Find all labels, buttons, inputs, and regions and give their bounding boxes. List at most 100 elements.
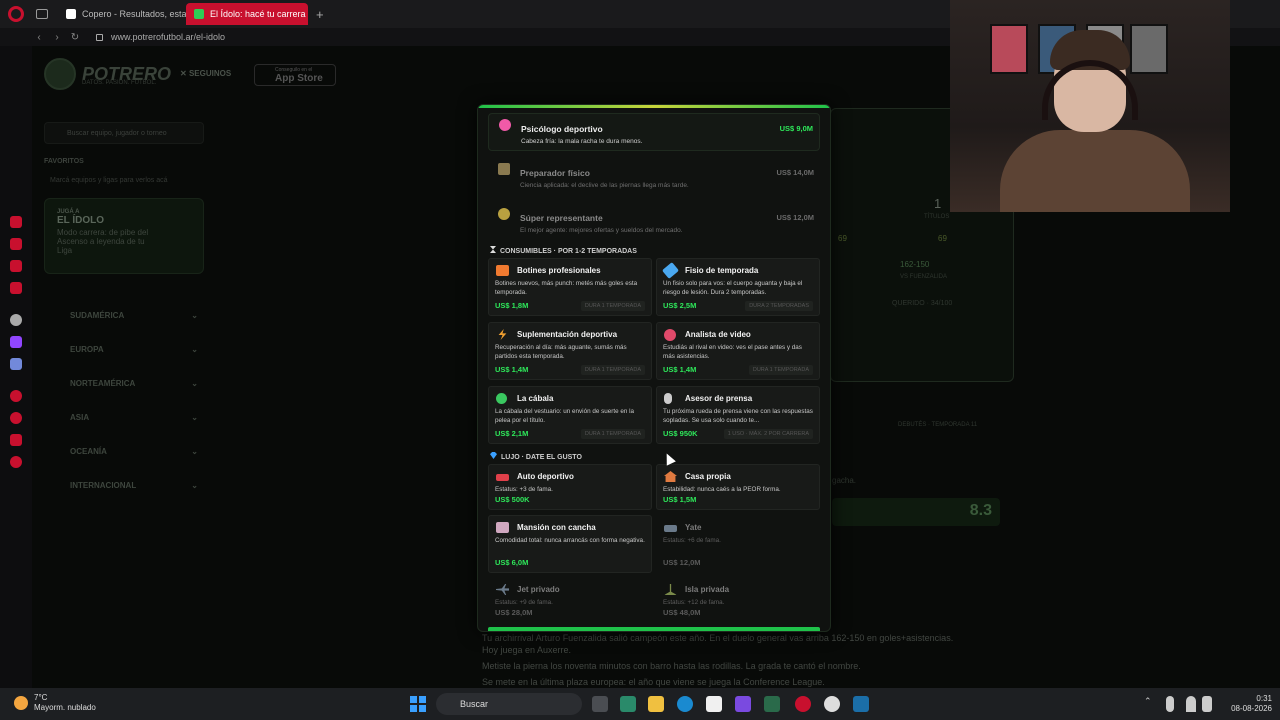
microphone-icon[interactable] [1166,696,1174,712]
loved-meter: QUERIDO · 34/100 [892,300,953,307]
history-icon[interactable] [10,412,22,424]
mansion-icon [496,522,509,533]
copero-favicon-icon [66,9,76,19]
follow-button[interactable]: ✕ SEGUINOS [180,69,231,78]
item-botines[interactable]: Botines profesionales Botines nuevos, má… [488,258,652,316]
terminal-icon[interactable] [764,696,780,712]
news-feed: Tu archirrival Arturo Fuenzalida salió c… [482,632,962,692]
news-item: Metiste la pierna los noventa minutos co… [482,661,861,671]
region-internacional[interactable]: INTERNACIONAL ⌄ [44,468,204,502]
region-asia[interactable]: ASIA ⌄ [44,400,204,434]
item-auto[interactable]: Auto deportivo Estatus: +3 de fama. US$ … [488,464,652,510]
opera-sidebar [0,46,32,688]
item-cabala[interactable]: La cábala La cábala del vestuario: un en… [488,386,652,444]
appstore-button[interactable]: Conseguilo en el App Store [254,64,336,86]
store-icon[interactable] [706,696,722,712]
modal-accent-bar [478,105,830,108]
chatgpt-icon[interactable] [10,314,22,326]
back-icon[interactable]: ‹ [30,32,48,43]
tab-island-icon[interactable] [36,9,48,19]
browser-tab-copero[interactable]: Copero - Resultados, estad [58,3,186,25]
item-jet[interactable]: Jet privado Estatus: +9 de fama. US$ 28,… [488,577,652,623]
hourglass-icon [490,246,496,253]
lightning-icon [498,329,507,340]
titles-label: TÍTULOS [924,214,950,220]
house-icon [664,471,677,482]
el-idolo-promo[interactable]: JUGÁ A EL ÍDOLO Modo carrera: de pibe de… [44,198,204,274]
item-casa[interactable]: Casa propia Estabilidad: nunca caés a la… [656,464,820,510]
taskbar-search[interactable]: Buscar [436,693,582,715]
new-tab-icon[interactable]: + [316,7,324,22]
steam-icon[interactable] [853,696,869,712]
messenger-icon[interactable] [10,260,22,272]
opera-ai-icon[interactable] [10,216,22,228]
weather-icon [14,696,28,710]
widgets-icon[interactable] [620,696,636,712]
chevron-down-icon: ⌄ [191,446,198,456]
hourglass-icon [498,163,510,175]
clover-icon [496,393,507,404]
volume-icon[interactable] [1202,696,1212,712]
item-analista[interactable]: Analista de video Estudiás al rival en v… [656,322,820,380]
browser-tab-el-idolo[interactable]: El Ídolo: hacé tu carrera en [186,3,308,25]
item-yate[interactable]: Yate Estatus: +6 de fama. US$ 12,0M [656,515,820,573]
discord-icon[interactable] [10,358,22,370]
obs-icon[interactable] [824,696,840,712]
forward-icon[interactable]: › [48,32,66,43]
url-field[interactable]: www.potrerofutbol.ar/el-idolo [111,32,225,42]
item-asesor-prensa[interactable]: Asesor de prensa Tu próxima rueda de pre… [656,386,820,444]
edge-icon[interactable] [677,696,693,712]
pill-icon [661,262,680,279]
weather-widget[interactable]: 7°C Mayorm. nublado [14,693,96,713]
region-sudamerica[interactable]: SUDAMÉRICA ⌄ [44,298,204,332]
yacht-icon [664,525,677,532]
item-mansion[interactable]: Mansión con cancha Comodidad total: nunc… [488,515,652,573]
chevron-down-icon: ⌄ [191,480,198,490]
news-item: Tu archirrival Arturo Fuenzalida salió c… [482,633,954,655]
shop-modal: Psicólogo deportivo US$ 9,0M Cabeza fría… [477,104,831,632]
start-button[interactable] [410,696,426,712]
chevron-down-icon: ⌄ [191,344,198,354]
opera-icon[interactable] [795,696,811,712]
stat-a: 69 [838,234,847,243]
clock[interactable]: 0:31 08-08-2026 [1231,694,1272,714]
opera-logo-icon[interactable] [8,6,24,22]
item-fisio[interactable]: Fisio de temporada Un fisio solo para vo… [656,258,820,316]
file-explorer-icon[interactable] [648,696,664,712]
car-icon [496,474,509,481]
staff-preparador[interactable]: Preparador físico US$ 14,0M Ciencia apli… [488,158,820,196]
wall-picture [990,24,1028,74]
task-view-icon[interactable] [592,696,608,712]
chevron-down-icon: ⌄ [191,378,198,388]
gmail-icon[interactable] [10,282,22,294]
region-europa[interactable]: EUROPA ⌄ [44,332,204,366]
region-oceania[interactable]: OCEANÍA ⌄ [44,434,204,468]
titles-value: 1 [934,196,942,211]
app-icon[interactable] [735,696,751,712]
staff-representante[interactable]: Súper representante US$ 12,0M El mejor a… [488,203,820,241]
staff-psicologo[interactable]: Psicólogo deportivo US$ 9,0M Cabeza fría… [488,113,820,151]
gacha-text: gacha. [832,476,857,485]
item-isla[interactable]: Isla privada Estatus: +12 de fama. US$ 4… [656,577,820,623]
brain-icon [499,119,511,131]
boot-icon [496,265,509,276]
wifi-icon[interactable] [1186,696,1196,712]
twitch-icon[interactable] [10,336,22,348]
settings-icon[interactable] [10,456,22,468]
target-icon [664,329,676,341]
heart-icon [498,208,510,220]
item-suplementacion[interactable]: Suplementación deportiva Recuperación al… [488,322,652,380]
site-sidebar: Buscar equipo, jugador o torneo FAVORITO… [44,122,204,502]
lujo-heading: LUJO · DATE EL GUSTO [490,452,582,461]
potrero-favicon-icon [194,9,204,19]
region-norteamerica[interactable]: NORTEAMÉRICA ⌄ [44,366,204,400]
music-icon[interactable] [10,390,22,402]
chevron-up-icon[interactable]: ⌃ [1144,696,1154,712]
reload-icon[interactable]: ↻ [66,32,84,43]
extensions-icon[interactable] [10,434,22,446]
favorites-title: FAVORITOS [44,158,84,165]
site-search-input[interactable]: Buscar equipo, jugador o torneo [44,122,204,144]
shopping-icon[interactable] [10,238,22,250]
modal-bottom-bar [488,627,820,631]
stat-b: 69 [938,234,947,243]
